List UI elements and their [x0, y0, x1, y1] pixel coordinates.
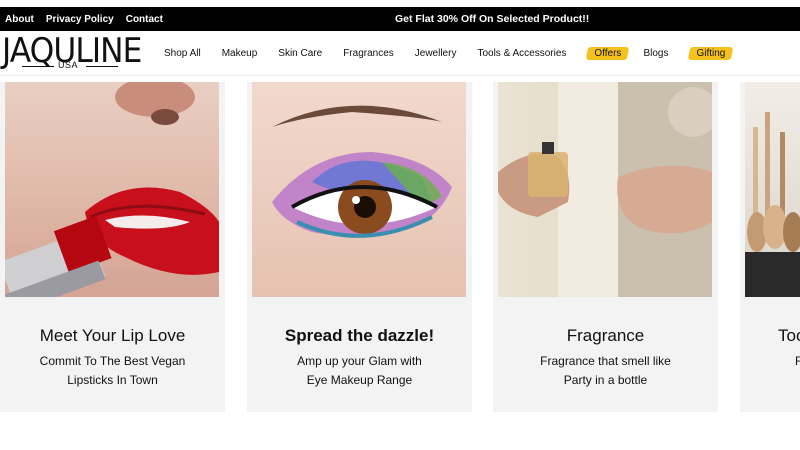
nav-label: Fragrances [343, 48, 394, 59]
promo-banner-text: Get Flat 30% Off On Selected Product!! [395, 13, 590, 25]
nav-skin-care[interactable]: Skin Care [278, 48, 322, 59]
logo-divider-left [22, 66, 54, 67]
logo-subtitle: USA [58, 60, 79, 70]
card-desc-line: Commit To The Best Vegan [39, 354, 186, 368]
card-desc-line: Party in a bottle [563, 373, 648, 387]
brand-logo[interactable]: JAQULINE USA [0, 31, 142, 76]
nav-makeup[interactable]: Makeup [222, 48, 258, 59]
card-description: Commit To The Best Vegan Lipsticks In To… [0, 352, 225, 390]
about-link[interactable]: About [5, 14, 34, 25]
nav-gifting[interactable]: Gifting [689, 46, 732, 61]
card-desc-line: Eye Makeup Range [306, 373, 413, 387]
card-title: Too [778, 326, 800, 345]
card-lip[interactable]: Meet Your Lip Love Commit To The Best Ve… [0, 82, 225, 412]
nav-blogs[interactable]: Blogs [643, 48, 668, 59]
nav-offers[interactable]: Offers [587, 46, 628, 61]
card-desc-line: Amp up your Glam with [297, 354, 422, 368]
logo-divider-right [86, 66, 118, 67]
top-links: About Privacy Policy Contact [0, 14, 175, 25]
contact-link[interactable]: Contact [126, 14, 163, 25]
nav-shop-all[interactable]: Shop All [164, 48, 201, 59]
nav-label: Jewellery [414, 48, 457, 59]
site-header: JAQULINE USA Shop All Makeup Skin Care F… [0, 31, 800, 76]
card-description: Amp up your Glam with Eye Makeup Range [247, 352, 472, 390]
nav-tools-accessories[interactable]: Tools & Accessories [477, 48, 566, 59]
card-description: F [740, 352, 800, 371]
card-desc-line: Fragrance that smell like [540, 354, 671, 368]
card-title: Fragrance [566, 326, 645, 345]
nav-label: Skin Care [278, 48, 323, 59]
nav-label: Blogs [643, 48, 669, 59]
card-title: Meet Your Lip Love [39, 326, 186, 345]
category-cards: Meet Your Lip Love Commit To The Best Ve… [0, 82, 800, 412]
privacy-policy-link[interactable]: Privacy Policy [46, 14, 114, 25]
card-description: Fragrance that smell like Party in a bot… [493, 352, 718, 390]
nav-jewellery[interactable]: Jewellery [415, 48, 457, 59]
card-eye[interactable]: Spread the dazzle! Amp up your Glam with… [247, 82, 472, 412]
lipstick-image[interactable] [5, 82, 219, 297]
card-tools[interactable]: Too F [740, 82, 800, 412]
nav-label: Tools & Accessories [477, 48, 567, 59]
card-fragrance[interactable]: Fragrance Fragrance that smell like Part… [493, 82, 718, 412]
makeup-brushes-image[interactable] [745, 82, 800, 297]
perfume-image[interactable] [498, 82, 712, 297]
card-title: Spread the dazzle! [284, 326, 435, 345]
nav-fragrances[interactable]: Fragrances [343, 48, 394, 59]
nav-label: Makeup [221, 48, 258, 59]
card-desc-line: F [795, 354, 800, 368]
eye-makeup-image[interactable] [252, 82, 466, 297]
nav-label: Shop All [164, 48, 201, 59]
top-bar: About Privacy Policy Contact Get Flat 30… [0, 7, 800, 31]
nav-label: Offers [594, 48, 622, 59]
card-desc-line: Lipsticks In Town [67, 373, 158, 387]
main-nav: Shop All Makeup Skin Care Fragrances Jew… [164, 31, 747, 76]
nav-label: Gifting [696, 48, 726, 59]
